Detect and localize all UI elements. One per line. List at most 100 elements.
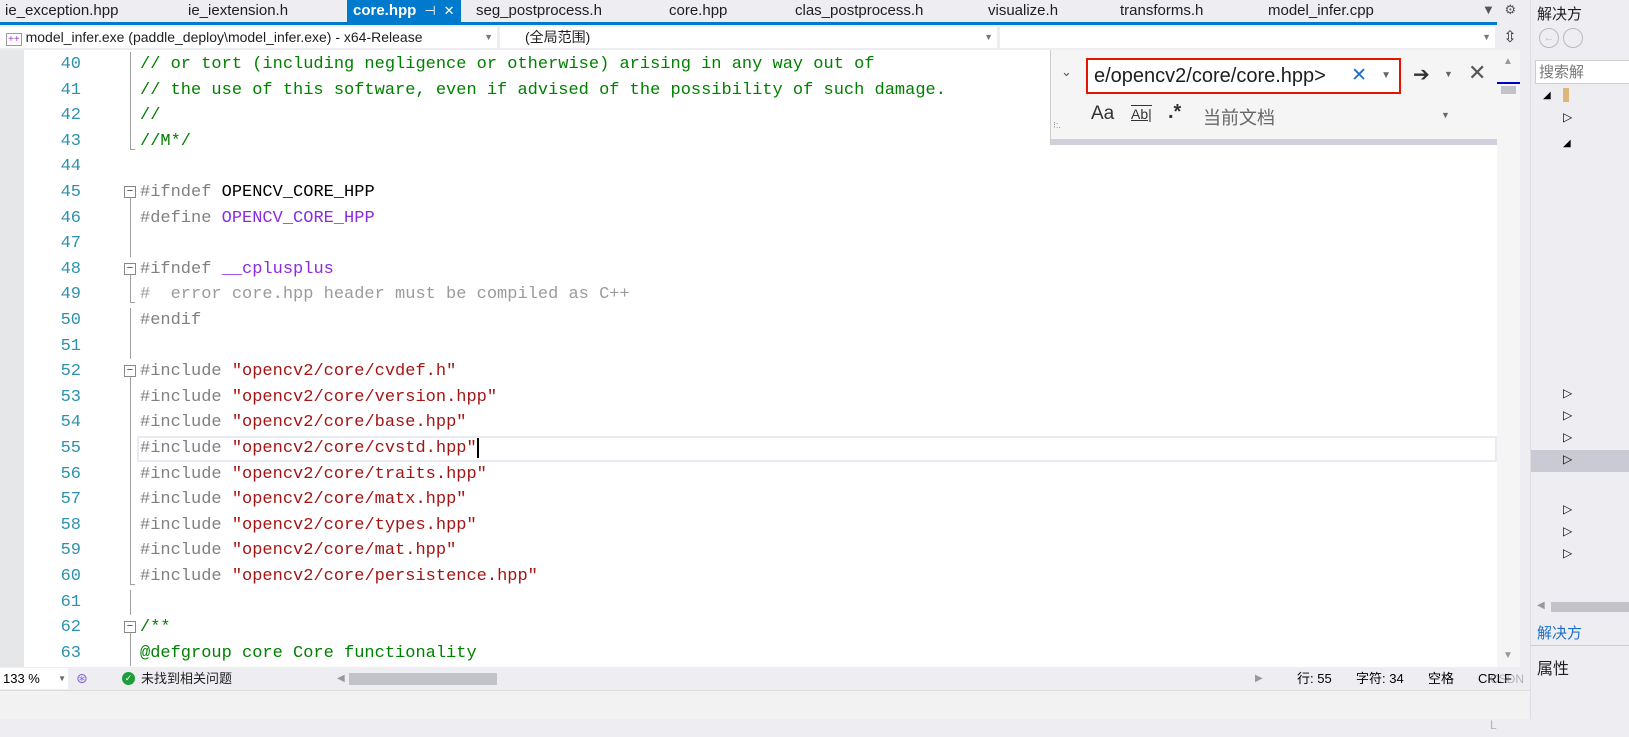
tab-seg-postprocess-h[interactable]: seg_postprocess.h [476,0,602,22]
issues-status[interactable]: 未找到相关问题 [141,667,232,690]
tab-label: ie_exception.hpp [5,2,119,19]
column-indicator: 字符: 34 [1356,671,1404,686]
close-find-icon[interactable]: ✕ [1468,60,1486,86]
tab-visualize-h[interactable]: visualize.h [988,0,1058,22]
code-line[interactable]: 60 #include "opencv2/core/persistence.hpp… [0,564,1497,590]
code-line[interactable]: 61 [0,589,1497,616]
resize-grip-icon[interactable]: ⁝:. [1053,120,1061,131]
find-input[interactable]: e/opencv2/core/core.hpp> ✕ ▼ [1086,58,1401,94]
tab-model-infer-cpp[interactable]: model_infer.cpp [1268,0,1374,22]
code-line[interactable]: 62 −/** [0,615,1497,641]
collapse-region-icon[interactable]: − [123,180,137,206]
code-line[interactable]: 55 #include "opencv2/core/cvstd.hpp" [0,436,1497,462]
split-window-icon[interactable]: ⇳ [1499,27,1521,48]
whole-word-toggle[interactable]: Ab| [1131,105,1152,122]
fold-guide [123,589,137,616]
tree-expanded-icon[interactable]: ◢ [1543,90,1551,101]
close-tab-icon[interactable]: ✕ [444,3,455,18]
tab-transforms-h[interactable]: transforms.h [1120,0,1203,22]
regex-toggle[interactable]: .* [1168,101,1181,124]
member-dropdown[interactable]: ▼ [1000,27,1495,48]
fold-guide [123,410,137,436]
line-number: 48 [60,259,81,279]
code-line[interactable]: 45 − #ifndef OPENCV_CORE_HPP [0,180,1497,206]
code-line[interactable]: 56 #include "opencv2/core/traits.hpp" [0,461,1497,488]
code-line[interactable]: 51 [0,333,1497,360]
token-pp: #include [140,413,232,433]
intellicode-icon[interactable]: ⊛ [76,667,88,690]
code-editor[interactable]: 40 // or tort (including negligence or ot… [0,50,1497,667]
code-text: #include "opencv2/core/persistence.hpp" [140,564,538,590]
scroll-right-icon[interactable]: ▶ [1255,667,1263,690]
zoom-dropdown[interactable]: 133 % ▼ [0,668,68,689]
scroll-thumb[interactable] [1501,86,1516,94]
tab-label: core.hpp [669,2,728,19]
token-pp: #include [140,362,232,382]
code-line[interactable]: 46 #define OPENCV_CORE_HPP [0,205,1497,232]
tree-collapsed-icon[interactable]: ▷ [1563,546,1572,560]
scroll-down-icon[interactable]: ▼ [1503,650,1513,661]
clear-search-icon[interactable]: ✕ [1351,60,1367,92]
code-line[interactable]: 57 #include "opencv2/core/matx.hpp" [0,487,1497,513]
line-number: 53 [60,387,81,407]
panel-title: 解决方 [1537,6,1583,23]
solution-explorer-link[interactable]: 解决方 [1537,622,1582,643]
code-line[interactable]: 53 #include "opencv2/core/version.hpp" [0,384,1497,411]
search-history-dropdown-icon[interactable]: ▼ [1381,60,1391,92]
collapse-region-icon[interactable]: − [123,359,137,385]
tab-ie-exception-hpp[interactable]: ie_exception.hpp [5,0,118,22]
code-line[interactable]: 47 [0,231,1497,257]
tree-collapsed-icon[interactable]: ▷ [1563,110,1572,124]
tree-collapsed-icon[interactable]: ▷ [1563,408,1572,422]
horizontal-scroll-thumb[interactable] [349,673,497,685]
tree-collapsed-icon[interactable]: ▷ [1563,502,1572,516]
back-icon[interactable]: ← [1539,28,1559,48]
match-case-toggle[interactable]: Aa [1091,103,1114,125]
code-line[interactable]: 52 − #include "opencv2/core/cvdef.h" [0,359,1497,385]
scroll-left-icon[interactable]: ◀ [1537,600,1545,611]
code-line[interactable]: 49 # error core.hpp header must be compil… [0,282,1497,308]
token-str: "opencv2/core/cvstd.hpp" [231,439,477,458]
tab-list-dropdown-icon[interactable]: ▼ [1482,2,1495,17]
selected-tree-item[interactable]: ▷ [1531,450,1629,472]
tab-ie-iextension-h[interactable]: ie_iextension.h [188,0,288,22]
tree-collapsed-icon[interactable]: ▷ [1563,524,1572,538]
code-line[interactable]: 48 − #ifndef __cplusplus [0,257,1497,283]
search-scope-dropdown[interactable]: 当前文档 [1203,104,1275,130]
find-options-dropdown-icon[interactable]: ▼ [1444,69,1453,79]
navigation-bar: ++ model_infer.exe (paddle_deploy\model_… [0,25,1497,49]
expand-replace-chevron-icon[interactable]: ⌄ [1061,64,1072,80]
horizontal-scroll-thumb[interactable] [1551,602,1629,612]
tab-core-hpp[interactable]: core.hpp [669,0,727,22]
gear-icon[interactable]: ⚙ [1505,2,1517,17]
tree-collapsed-icon[interactable]: ▷ [1563,386,1572,400]
scroll-left-icon[interactable]: ◀ [337,667,345,690]
code-line[interactable]: 59 #include "opencv2/core/mat.hpp" [0,538,1497,564]
scroll-up-icon[interactable]: ▲ [1503,56,1513,67]
find-next-arrow-icon[interactable]: ➔ [1413,62,1430,87]
pin-icon[interactable]: ⊣ [424,3,435,18]
code-line[interactable]: 50 #endif [0,308,1497,334]
project-dropdown[interactable]: ++ model_infer.exe (paddle_deploy\model_… [0,27,497,48]
bottom-strip [0,690,1530,719]
collapse-region-icon[interactable]: − [123,615,137,641]
collapse-region-icon[interactable]: − [123,257,137,283]
tab-core-hpp[interactable]: core.hpp ⊣ ✕ [347,0,461,22]
line-number: 58 [60,515,81,535]
whitespace-indicator[interactable]: 空格 [1428,667,1454,690]
tree-expanded-icon[interactable]: ◢ [1563,138,1571,149]
forward-icon[interactable] [1563,28,1583,48]
scope-dropdown[interactable]: (全局范围) ▼ [500,27,997,48]
tab-clas-postprocess-h[interactable]: clas_postprocess.h [795,0,923,22]
solution-search-input[interactable]: 搜索解 [1535,60,1629,84]
code-line[interactable]: 54 #include "opencv2/core/base.hpp" [0,410,1497,436]
code-line[interactable]: 58 #include "opencv2/core/types.hpp" [0,512,1497,539]
chevron-down-icon[interactable]: ▼ [1441,110,1450,120]
code-text: #include "opencv2/core/mat.hpp" [140,538,456,564]
line-number: 51 [60,336,81,356]
tree-collapsed-icon[interactable]: ▷ [1563,430,1572,444]
code-line[interactable]: 63 @defgroup core Core functionality [0,640,1497,667]
vertical-scrollbar[interactable]: ▲ ▼ [1497,50,1520,667]
code-line[interactable]: 44 [0,154,1497,180]
code-text: #include "opencv2/core/matx.hpp" [140,487,466,513]
